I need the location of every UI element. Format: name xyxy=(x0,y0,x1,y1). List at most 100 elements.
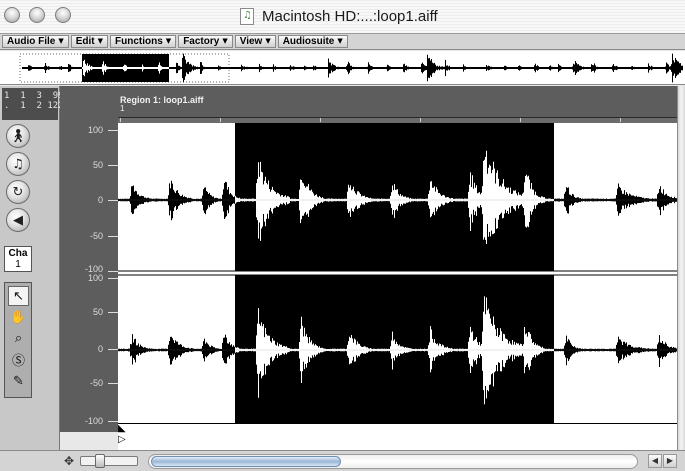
y-tick xyxy=(108,200,118,201)
menu-view[interactable]: View ▼ xyxy=(234,35,276,48)
y-tick xyxy=(108,312,118,313)
audio-file-icon xyxy=(240,7,254,25)
y-tick xyxy=(108,383,118,384)
hand-tool[interactable]: ✋ xyxy=(8,307,29,327)
zoom-move-icon[interactable]: ✥ xyxy=(62,454,76,468)
horizontal-scrollbar[interactable] xyxy=(148,454,638,469)
arrow-left-icon: ◀ xyxy=(651,456,659,465)
position-counter: 1 1 3 99 . 1 2 122 xyxy=(2,88,64,120)
counter-line-1: 1 1 3 99 xyxy=(4,91,64,101)
ruler-tick xyxy=(320,118,321,122)
channel-value: 1 xyxy=(15,259,21,270)
dropdown-arrow-icon: ▼ xyxy=(165,37,172,45)
horizontal-zoom-slider[interactable] xyxy=(80,454,138,468)
window-title: Macintosh HD:...:loop1.aiff xyxy=(262,7,438,25)
waveform-overview[interactable] xyxy=(0,51,685,85)
solo-tool-icon: Ⓢ xyxy=(11,353,25,369)
region-number: 1 xyxy=(120,104,125,113)
window-title-group: Macintosh HD:...:loop1.aiff xyxy=(240,6,438,26)
region-header[interactable]: Region 1: loop1.aiff 1 xyxy=(118,86,677,123)
dropdown-arrow-icon: ▼ xyxy=(97,37,104,45)
menu-label: Factory xyxy=(183,36,220,47)
dropdown-arrow-icon: ▼ xyxy=(337,37,343,45)
menu-audiosuite[interactable]: Audiosuite ▼ xyxy=(277,35,348,48)
menu-audio-file[interactable]: Audio File ▼ xyxy=(2,35,69,48)
region-name: Region 1: loop1.aiff xyxy=(120,95,204,105)
zoom-slider-thumb[interactable] xyxy=(95,454,105,468)
marker-strip[interactable]: ◣ ▷ xyxy=(118,423,677,450)
scroll-left-button[interactable]: ◀ xyxy=(648,454,662,468)
dropdown-arrow-icon: ▼ xyxy=(265,37,271,45)
left-tool-panel: 1 1 3 99 . 1 2 122 🚶︎ ♫ ↻ ◀ Cha 1 ↖ ✋ ⌕ … xyxy=(0,86,64,471)
y-label: -50 xyxy=(89,231,103,241)
dropdown-arrow-icon: ▼ xyxy=(58,37,64,45)
pencil-tool[interactable]: ✎ xyxy=(8,371,29,391)
channel-label: Cha xyxy=(8,248,28,259)
y-label: 100 xyxy=(87,273,103,283)
menu-label: Edit xyxy=(75,36,95,47)
close-window-button[interactable] xyxy=(4,7,20,23)
waveform-editor[interactable] xyxy=(118,123,677,423)
dropdown-arrow-icon: ▼ xyxy=(222,37,228,45)
menu-factory[interactable]: Factory ▼ xyxy=(178,35,233,48)
title-bar: Macintosh HD:...:loop1.aiff xyxy=(0,0,685,34)
amplitude-axis: 100 50 0 -50 -100 100 50 0 -50 -100 xyxy=(60,86,118,432)
y-tick xyxy=(108,278,118,279)
ruler-tick xyxy=(520,118,521,122)
pencil-tool-icon: ✎ xyxy=(13,373,24,389)
menu-bar: Audio File ▼ Edit ▼ Functions ▼ Factory ▼ Vi… xyxy=(0,34,685,50)
ruler-tick xyxy=(120,118,121,122)
scroll-right-button[interactable]: ▶ xyxy=(663,454,677,468)
loop-icon: ↻ xyxy=(12,184,24,200)
anchor-marker-icon[interactable]: ▷ xyxy=(118,435,126,445)
ruler-tick xyxy=(220,118,221,122)
y-label: -100 xyxy=(84,416,103,426)
menu-edit[interactable]: Edit ▼ xyxy=(70,35,109,48)
speaker-icon: ♫ xyxy=(12,156,24,172)
y-label: 50 xyxy=(92,160,103,170)
pointer-tool-icon: ↖ xyxy=(13,288,24,304)
y-tick xyxy=(108,349,118,350)
ruler-tick xyxy=(420,118,421,122)
hand-tool-icon: ✋ xyxy=(10,309,27,325)
volume-button[interactable]: ◀ xyxy=(6,208,30,232)
start-marker-icon[interactable]: ◣ xyxy=(118,424,126,434)
y-label: 100 xyxy=(87,125,103,135)
menu-functions[interactable]: Functions ▼ xyxy=(110,35,177,48)
y-tick xyxy=(108,421,118,422)
channel-divider xyxy=(118,271,677,275)
channel-selector[interactable]: Cha 1 xyxy=(4,246,32,272)
pointer-tool[interactable]: ↖ xyxy=(8,286,29,306)
volume-icon: ◀ xyxy=(13,212,23,228)
horizontal-scroll-thumb[interactable] xyxy=(151,456,341,467)
y-tick xyxy=(108,130,118,131)
tool-box: ↖ ✋ ⌕ Ⓢ ✎ xyxy=(4,282,32,398)
y-tick xyxy=(108,271,118,272)
y-label: 0 xyxy=(97,195,103,205)
bottom-bar: ✥ ◀ ▶ xyxy=(0,450,685,471)
counter-line-2: . 1 2 122 xyxy=(4,101,64,111)
y-tick xyxy=(108,165,118,166)
play-button[interactable]: 🚶︎ xyxy=(6,124,30,148)
y-tick xyxy=(108,236,118,237)
y-label: 50 xyxy=(92,307,103,317)
minimize-window-button[interactable] xyxy=(29,7,45,23)
menu-label: Functions xyxy=(115,36,163,47)
y-label: -50 xyxy=(89,378,103,388)
menu-label: Audio File xyxy=(7,36,56,47)
speaker-button[interactable]: ♫ xyxy=(6,152,30,176)
y-label: 0 xyxy=(97,344,103,354)
overview-waveform xyxy=(19,53,683,83)
arrow-right-icon: ▶ xyxy=(666,456,674,465)
ruler-tick xyxy=(620,118,621,122)
menu-label: View xyxy=(239,36,263,47)
solo-tool[interactable]: Ⓢ xyxy=(8,349,29,369)
zoom-tool-icon: ⌕ xyxy=(14,330,23,346)
menu-label: Audiosuite xyxy=(282,36,335,47)
zoom-tool[interactable]: ⌕ xyxy=(8,328,29,348)
zoom-window-button[interactable] xyxy=(55,7,71,23)
play-icon: 🚶︎ xyxy=(9,128,27,144)
waveform-display xyxy=(118,123,677,423)
vertical-scrollbar[interactable] xyxy=(677,86,685,450)
loop-button[interactable]: ↻ xyxy=(6,180,30,204)
